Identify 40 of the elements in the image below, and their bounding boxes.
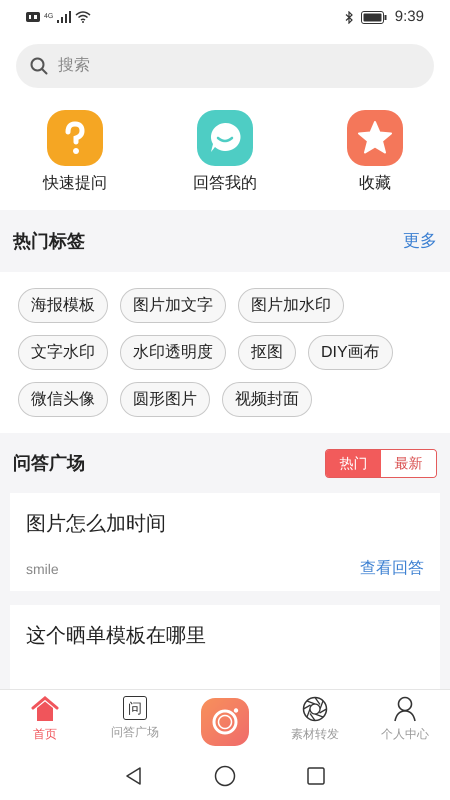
tag-chip[interactable]: 圆形图片 bbox=[120, 382, 210, 417]
post-title: 图片怎么加时间 bbox=[26, 512, 167, 537]
camera-button[interactable] bbox=[201, 698, 249, 746]
shortcut-label[interactable]: 快速提问 bbox=[43, 172, 107, 196]
nav-tab[interactable]: 问 问答广场 bbox=[90, 690, 180, 751]
home-icon[interactable] bbox=[31, 696, 59, 722]
post-card[interactable]: 图片怎么加时间 smile 查看回答 bbox=[10, 493, 440, 591]
shortcut-label[interactable]: 回答我的 bbox=[193, 172, 257, 196]
recents-icon[interactable] bbox=[306, 766, 326, 786]
signal-icon bbox=[57, 11, 72, 23]
tag-chip[interactable]: 微信头像 bbox=[18, 382, 108, 417]
clock-time: 9:39 bbox=[394, 6, 424, 27]
bluetooth-icon bbox=[344, 10, 353, 24]
post-title: 这个晒单模板在哪里 bbox=[26, 624, 207, 649]
filter-tab[interactable]: 最新 bbox=[381, 450, 436, 476]
tag-chip[interactable]: 视频封面 bbox=[222, 382, 312, 417]
section-title: 问答广场 bbox=[13, 452, 85, 474]
wifi-icon bbox=[75, 11, 92, 23]
tag-chip[interactable]: DIY画布 bbox=[308, 335, 393, 370]
view-answer-link[interactable]: 查看回答 bbox=[360, 557, 424, 581]
person-icon[interactable] bbox=[393, 696, 417, 722]
aperture-icon[interactable] bbox=[302, 696, 328, 722]
more-link[interactable]: 更多 bbox=[403, 228, 437, 254]
battery-icon bbox=[360, 10, 387, 24]
tag-chip[interactable]: 文字水印 bbox=[18, 335, 108, 370]
tag-chip[interactable]: 抠图 bbox=[238, 335, 296, 370]
shortcut-label[interactable]: 收藏 bbox=[359, 172, 391, 196]
post-card[interactable]: 这个晒单模板在哪里 bbox=[10, 605, 440, 689]
post-author: smile bbox=[26, 560, 59, 578]
qa-nav-icon[interactable]: 问 bbox=[123, 696, 147, 720]
camera-icon bbox=[210, 707, 240, 737]
home-button-icon[interactable] bbox=[214, 764, 236, 786]
tag-chip[interactable]: 图片加文字 bbox=[120, 288, 226, 323]
tag-chip[interactable]: 海报模板 bbox=[18, 288, 108, 323]
search-icon bbox=[30, 57, 48, 75]
tag-chip[interactable]: 水印透明度 bbox=[120, 335, 226, 370]
tag-chip[interactable]: 图片加水印 bbox=[238, 288, 344, 323]
section-title: 热门标签 bbox=[13, 230, 85, 252]
search-field[interactable]: 搜索 bbox=[16, 44, 434, 88]
back-icon[interactable] bbox=[124, 766, 144, 786]
